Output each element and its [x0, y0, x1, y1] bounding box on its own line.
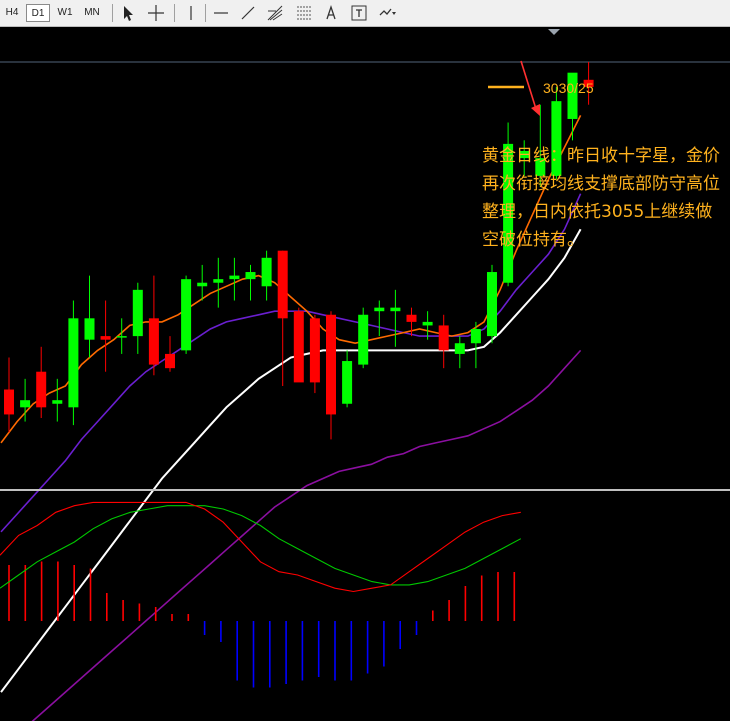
candle — [454, 336, 465, 369]
text-label-icon[interactable] — [349, 3, 369, 23]
candle-body — [309, 318, 320, 383]
candle-body — [390, 307, 401, 312]
candle — [132, 282, 143, 354]
ma-long-line — [31, 349, 582, 721]
candle-body — [293, 311, 304, 383]
candle — [36, 346, 47, 418]
timeframe-mn[interactable]: MN — [80, 4, 104, 22]
candle-body — [100, 336, 111, 340]
candle-body — [470, 329, 481, 344]
chart-canvas — [0, 29, 730, 721]
candle — [261, 250, 272, 301]
candle-body — [342, 361, 353, 404]
candle — [68, 300, 79, 426]
candle-body — [406, 314, 417, 322]
candle — [229, 257, 240, 301]
candle-body — [36, 371, 47, 408]
candle-body — [261, 257, 272, 287]
candle — [487, 264, 497, 344]
candle-body — [487, 272, 497, 337]
candle — [309, 314, 320, 394]
candle-body — [213, 279, 224, 283]
candle-body — [454, 343, 465, 354]
signal-line — [0, 505, 522, 589]
candle-body — [438, 325, 449, 351]
toolbar: H4 D1 W1 MN — [0, 0, 730, 27]
toolbar-separator — [174, 4, 175, 22]
target-price-label: 3030/25 — [543, 80, 594, 96]
candle — [181, 275, 192, 354]
candle — [245, 264, 256, 301]
timeframe-d1[interactable]: D1 — [26, 4, 50, 22]
candle-body — [197, 282, 208, 287]
candle-body — [374, 307, 385, 312]
candle — [390, 289, 401, 347]
candle — [358, 307, 369, 369]
candle — [342, 350, 353, 408]
horizontal-line-icon[interactable] — [211, 3, 231, 23]
candle — [20, 378, 31, 422]
candle-body — [132, 289, 143, 337]
timeframe-w1[interactable]: W1 — [53, 4, 77, 22]
candle — [100, 300, 111, 372]
candle-body — [148, 318, 159, 365]
candle-body — [181, 279, 192, 351]
candle — [213, 257, 224, 308]
toolbar-separator — [112, 4, 113, 22]
timeframe-h4[interactable]: H4 — [0, 4, 24, 22]
candle-body — [326, 314, 336, 415]
candle — [374, 300, 385, 337]
candle — [116, 318, 127, 354]
candle — [438, 314, 449, 369]
toolbar-separator — [205, 4, 206, 22]
fibonacci-retracement-icon[interactable] — [294, 3, 314, 23]
vertical-line-icon[interactable] — [181, 3, 201, 23]
pane-separator — [0, 489, 730, 491]
candle — [4, 357, 14, 433]
candle-body — [52, 400, 63, 404]
candle-body — [245, 272, 256, 280]
trendline-icon[interactable] — [238, 3, 258, 23]
candle-body — [229, 275, 240, 280]
candle — [52, 378, 63, 422]
down-arrow-shaft — [520, 60, 537, 110]
candle-body — [116, 336, 127, 338]
candle — [293, 307, 304, 383]
candle-body — [84, 318, 95, 340]
analysis-annotation: 黄金日线：昨日收十字星，金价再次衔接均线支撑底部防守高位整理，日内依托3055上… — [482, 146, 720, 250]
candle-body — [4, 389, 14, 415]
crosshair-icon[interactable] — [146, 3, 166, 23]
candle-body — [277, 250, 288, 319]
candle — [148, 275, 159, 376]
cursor-icon[interactable] — [118, 3, 138, 23]
candle-body — [422, 321, 433, 326]
candle — [197, 264, 208, 301]
candle — [326, 311, 336, 440]
candle-body — [68, 318, 79, 408]
candle-body — [20, 400, 31, 408]
macd-line — [0, 501, 521, 593]
text-icon[interactable] — [321, 3, 341, 23]
candle-body — [165, 353, 175, 369]
fibonacci-fan-icon[interactable] — [265, 3, 285, 23]
macd-lines — [0, 501, 522, 593]
shapes-dropdown-icon[interactable] — [377, 3, 397, 23]
candle — [84, 275, 95, 358]
candle-body — [358, 314, 369, 365]
chart-shift-marker-icon — [548, 29, 560, 35]
